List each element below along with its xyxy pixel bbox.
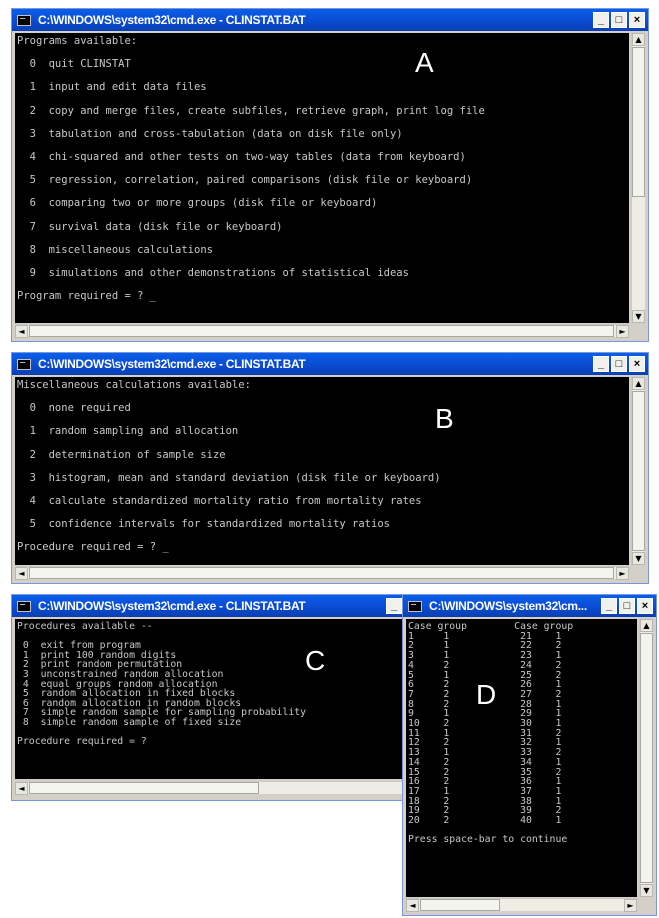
resize-grip[interactable]	[632, 566, 645, 579]
cmd-icon	[17, 600, 31, 612]
scroll-up-arrow[interactable]: ▲	[632, 33, 645, 46]
console-line: 1 random sampling and allocation	[17, 425, 239, 438]
scroll-left-arrow[interactable]: ◄	[406, 899, 419, 912]
window-title: C:\WINDOWS\system32\cmd.exe - CLINSTAT.B…	[38, 13, 306, 27]
scroll-down-arrow[interactable]: ▼	[640, 884, 653, 897]
close-button[interactable]: ×	[637, 598, 653, 614]
scroll-left-arrow[interactable]: ◄	[15, 325, 28, 338]
console-output[interactable]: Miscellaneous calculations available: 0 …	[15, 377, 629, 565]
console-window-c[interactable]: C:\WINDOWS\system32\cmd.exe - CLINSTAT.B…	[11, 594, 406, 801]
console-line: 3 tabulation and cross-tabulation (data …	[17, 127, 403, 140]
vertical-scrollbar[interactable]: ▲ ▼	[631, 33, 645, 323]
scroll-thumb[interactable]	[29, 325, 614, 337]
scroll-thumb[interactable]	[29, 567, 614, 579]
window-title: C:\WINDOWS\system32\cmd.exe - CLINSTAT.B…	[38, 599, 306, 613]
console-line: 5 regression, correlation, paired compar…	[17, 174, 473, 187]
horizontal-scrollbar[interactable]: ◄ ►	[15, 566, 629, 580]
minimize-button[interactable]: _	[601, 598, 617, 614]
scroll-thumb[interactable]	[640, 633, 653, 883]
panel-label-b: B	[435, 403, 454, 434]
scroll-up-arrow[interactable]: ▲	[640, 619, 653, 632]
window-title: C:\WINDOWS\system32\cm...	[429, 599, 587, 613]
scroll-right-arrow[interactable]: ►	[616, 567, 629, 580]
maximize-button[interactable]: □	[611, 356, 627, 372]
close-button[interactable]: ×	[629, 12, 645, 28]
console-line: Miscellaneous calculations available:	[17, 379, 251, 391]
horizontal-scrollbar[interactable]: ◄ ►	[15, 324, 629, 338]
scroll-left-arrow[interactable]: ◄	[15, 782, 28, 795]
console-line: 4 calculate standardized mortality ratio…	[17, 495, 422, 507]
console-line: 1 input and edit data files	[17, 81, 207, 94]
scroll-right-arrow[interactable]: ►	[616, 325, 629, 338]
title-bar[interactable]: C:\WINDOWS\system32\cm... _ □ ×	[403, 595, 656, 617]
console-line: Procedure required = ?	[17, 736, 147, 748]
vertical-scrollbar[interactable]: ▲ ▼	[631, 377, 645, 565]
console-window-d[interactable]: C:\WINDOWS\system32\cm... _ □ × Case gro…	[402, 594, 657, 916]
minimize-button[interactable]: _	[386, 598, 402, 614]
console-line: 8 miscellaneous calculations	[17, 243, 213, 256]
minimize-button[interactable]: _	[593, 356, 609, 372]
scroll-left-arrow[interactable]: ◄	[15, 567, 28, 580]
console-line: 20 2 40 1	[408, 815, 562, 826]
console-line: 8 simple random sample of fixed size	[17, 717, 242, 728]
scroll-up-arrow[interactable]: ▲	[632, 377, 645, 390]
console-line: 9 simulations and other demonstrations o…	[17, 267, 409, 279]
scroll-thumb[interactable]	[420, 899, 500, 911]
panel-label-d: D	[476, 679, 497, 710]
resize-grip[interactable]	[632, 324, 645, 337]
console-line: 2 determination of sample size	[17, 448, 226, 461]
console-line: 6 comparing two or more groups (disk fil…	[17, 197, 378, 210]
scroll-thumb[interactable]	[29, 782, 259, 794]
console-line: Press space-bar to continue	[408, 834, 568, 846]
scroll-thumb[interactable]	[632, 47, 645, 197]
vertical-scrollbar[interactable]: ▲ ▼	[639, 619, 653, 897]
console-line: 2 copy and merge files, create subfiles,…	[17, 104, 485, 117]
console-window-a[interactable]: C:\WINDOWS\system32\cmd.exe - CLINSTAT.B…	[11, 8, 649, 342]
title-bar[interactable]: C:\WINDOWS\system32\cmd.exe - CLINSTAT.B…	[12, 595, 405, 617]
console-window-b[interactable]: C:\WINDOWS\system32\cmd.exe - CLINSTAT.B…	[11, 352, 649, 584]
console-line: Program required = ? _	[17, 290, 157, 303]
scroll-right-arrow[interactable]: ►	[624, 899, 637, 912]
cmd-icon	[408, 600, 422, 612]
maximize-button[interactable]: □	[611, 12, 627, 28]
title-bar[interactable]: C:\WINDOWS\system32\cmd.exe - CLINSTAT.B…	[12, 9, 648, 31]
resize-grip[interactable]	[640, 898, 653, 911]
scroll-thumb[interactable]	[632, 391, 645, 551]
console-line: Programs available:	[17, 35, 138, 47]
console-output[interactable]: Procedures available -- 0 exit from prog…	[15, 619, 403, 779]
console-line: 4 chi-squared and other tests on two-way…	[17, 151, 466, 163]
console-line: Procedure required = ? _	[17, 541, 169, 554]
console-output[interactable]: Programs available: 0 quit CLINSTAT 1 in…	[15, 33, 629, 323]
console-output[interactable]: Case group Case group 1 1 21 12 1 22 23 1…	[406, 619, 637, 897]
title-bar[interactable]: C:\WINDOWS\system32\cmd.exe - CLINSTAT.B…	[12, 353, 648, 375]
console-line: Procedures available --	[17, 621, 153, 632]
console-line: 3 histogram, mean and standard deviation…	[17, 471, 441, 484]
window-title: C:\WINDOWS\system32\cmd.exe - CLINSTAT.B…	[38, 357, 306, 371]
panel-label-a: A	[415, 47, 434, 78]
console-line: 7 survival data (disk file or keyboard)	[17, 220, 283, 233]
scroll-down-arrow[interactable]: ▼	[632, 310, 645, 323]
maximize-button[interactable]: □	[619, 598, 635, 614]
close-button[interactable]: ×	[629, 356, 645, 372]
horizontal-scrollbar[interactable]: ◄	[15, 781, 403, 795]
console-line: 0 none required	[17, 402, 131, 415]
minimize-button[interactable]: _	[593, 12, 609, 28]
panel-label-c: C	[305, 645, 326, 676]
horizontal-scrollbar[interactable]: ◄ ►	[406, 898, 637, 912]
console-line: 0 quit CLINSTAT	[17, 58, 131, 71]
console-line: 5 confidence intervals for standardized …	[17, 518, 390, 531]
scroll-down-arrow[interactable]: ▼	[632, 552, 645, 565]
cmd-icon	[17, 14, 31, 26]
cmd-icon	[17, 358, 31, 370]
